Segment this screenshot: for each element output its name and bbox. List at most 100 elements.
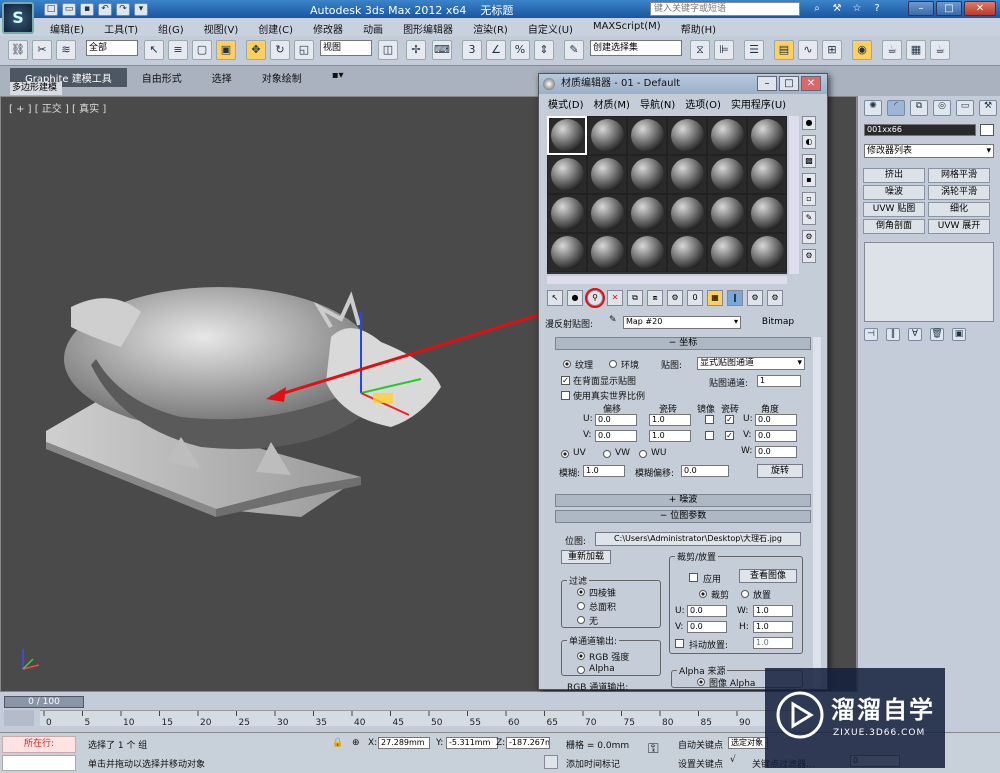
- crop-w-field[interactable]: 1.0: [753, 605, 793, 617]
- pivot-icon[interactable]: ◫: [378, 40, 398, 60]
- menu-animation[interactable]: 动画: [353, 18, 393, 36]
- none-radio[interactable]: [577, 616, 585, 624]
- redo-icon[interactable]: ↷: [116, 2, 130, 16]
- pin-stack-icon[interactable]: ⊣: [864, 328, 878, 341]
- put-to-scene-icon[interactable]: ●: [567, 290, 583, 306]
- sample-slot[interactable]: [547, 155, 587, 194]
- sample-slot[interactable]: [707, 233, 747, 272]
- copy-material-icon[interactable]: ⧉: [627, 290, 643, 306]
- new-file-icon[interactable]: □: [44, 2, 58, 16]
- slots-scrollbar[interactable]: [789, 116, 799, 274]
- alpha-radio[interactable]: [577, 666, 585, 674]
- minimize-button[interactable]: –: [908, 1, 934, 16]
- pyramidal-radio[interactable]: [577, 588, 585, 596]
- object-color-swatch[interactable]: [980, 124, 994, 136]
- unlink-icon[interactable]: ✂: [32, 40, 52, 60]
- rect-selection-icon[interactable]: ▢: [192, 40, 212, 60]
- mapping-select[interactable]: 显式贴图通道 ▾: [697, 357, 805, 370]
- select-by-name-icon[interactable]: ≡: [168, 40, 188, 60]
- sample-slot[interactable]: [747, 194, 787, 233]
- track-bar-toggle-icon[interactable]: [4, 710, 34, 726]
- material-id-icon[interactable]: 0: [687, 290, 703, 306]
- sample-slot[interactable]: [587, 155, 627, 194]
- u-tiling-field[interactable]: 1.0: [649, 414, 691, 426]
- apply-checkbox[interactable]: [689, 573, 698, 582]
- dropdown-icon[interactable]: ▾: [134, 2, 148, 16]
- render-setup-icon[interactable]: ☕: [882, 40, 902, 60]
- schematic-view-icon[interactable]: ⊞: [822, 40, 842, 60]
- star-icon[interactable]: ☆: [846, 1, 868, 16]
- put-to-library-icon[interactable]: ⚙: [667, 290, 683, 306]
- v-mirror-checkbox[interactable]: [705, 431, 714, 440]
- graphite-toggle-icon[interactable]: ▤: [774, 40, 794, 60]
- menu-create[interactable]: 创建(C): [248, 18, 303, 36]
- go-to-parent-icon[interactable]: ⚙: [747, 290, 763, 306]
- ribbon-options-icon[interactable]: ▪▾: [317, 68, 359, 87]
- v-tiling-field[interactable]: 1.0: [649, 430, 691, 442]
- environ-radio[interactable]: [609, 360, 617, 368]
- modify-tab-icon[interactable]: ◜: [887, 100, 905, 116]
- reset-map-icon[interactable]: ✕: [607, 290, 623, 306]
- rollout-scrollbar[interactable]: [813, 337, 821, 687]
- show-end-result-icon[interactable]: ‖: [886, 328, 900, 341]
- maxscript-listener-mini[interactable]: 所在行:: [2, 736, 76, 753]
- u-tile-checkbox[interactable]: ✓: [725, 415, 734, 424]
- tab-object-paint[interactable]: 对象绘制: [247, 68, 317, 87]
- select-by-material-icon[interactable]: ⚙: [802, 249, 816, 263]
- eyedropper-icon[interactable]: ✎: [609, 315, 617, 325]
- polygon-modeling-tab[interactable]: 多边形建模: [10, 82, 62, 95]
- gizmo-plane-handle[interactable]: [373, 393, 393, 403]
- sample-type-icon[interactable]: ●: [802, 116, 816, 130]
- coordinates-rollout-header[interactable]: − 坐标: [555, 337, 811, 350]
- sample-slot[interactable]: [667, 194, 707, 233]
- close-button[interactable]: ✕: [964, 1, 996, 16]
- modifier-unwrap-uvw-button[interactable]: UVW 展开: [928, 219, 990, 234]
- go-forward-sibling-icon[interactable]: ⚙: [767, 290, 783, 306]
- track-bar[interactable]: 0 5 10 15 20 25 30 35 40 45 50 55 60 65 70 75 80 85 90: [40, 710, 800, 728]
- menu-graph-editors[interactable]: 图形编辑器: [393, 18, 463, 36]
- selection-filter-select[interactable]: 全部: [86, 40, 138, 56]
- select-move-icon[interactable]: ✥: [246, 40, 266, 60]
- sample-slot[interactable]: [627, 194, 667, 233]
- summed-area-radio[interactable]: [577, 602, 585, 610]
- link-icon[interactable]: ⛓: [8, 40, 28, 60]
- make-unique-icon[interactable]: ⧈: [647, 290, 663, 306]
- sample-slot[interactable]: [547, 194, 587, 233]
- show-map-on-back-checkbox[interactable]: ✓: [561, 376, 570, 385]
- app-logo-icon[interactable]: S: [2, 2, 34, 34]
- align-icon[interactable]: ⊫: [714, 40, 734, 60]
- modifier-bevel-profile-button[interactable]: 倒角剖面: [863, 219, 925, 234]
- v-tile-checkbox[interactable]: ✓: [725, 431, 734, 440]
- select-object-icon[interactable]: ↖: [144, 40, 164, 60]
- display-tab-icon[interactable]: ▭: [956, 100, 974, 116]
- noise-rollout-header[interactable]: + 噪波: [555, 494, 811, 507]
- keyboard-shortcut-icon[interactable]: ⌨: [432, 40, 452, 60]
- reference-coord-select[interactable]: 视图: [320, 40, 372, 56]
- sample-slot[interactable]: [747, 155, 787, 194]
- crop-h-field[interactable]: 1.0: [753, 621, 793, 633]
- texture-radio[interactable]: [563, 360, 571, 368]
- sample-slot[interactable]: [627, 155, 667, 194]
- search-input[interactable]: 键入关键字或短语: [650, 2, 800, 16]
- make-unique-icon[interactable]: ∀: [908, 328, 922, 341]
- real-world-checkbox[interactable]: [561, 391, 570, 400]
- time-slider[interactable]: 0 / 100: [4, 696, 84, 708]
- rotate-button[interactable]: 旋转: [757, 464, 803, 478]
- w-angle-field[interactable]: 0.0: [755, 446, 797, 458]
- map-channel-field[interactable]: 1: [757, 375, 801, 387]
- slots-h-scrollbar[interactable]: [547, 276, 787, 284]
- absolute-mode-icon[interactable]: ⊕: [352, 738, 360, 748]
- x-coord-field[interactable]: 27.289mm: [378, 737, 430, 749]
- video-color-check-icon[interactable]: ▫: [802, 192, 816, 206]
- tab-freeform[interactable]: 自由形式: [127, 68, 197, 87]
- menu-customize[interactable]: 自定义(U): [518, 18, 583, 36]
- edit-named-sel-icon[interactable]: ✎: [564, 40, 584, 60]
- mat-menu-material[interactable]: 材质(M): [589, 94, 635, 111]
- material-editor-title-bar[interactable]: 材质编辑器 - 01 - Default – □ ✕: [539, 74, 827, 94]
- material-editor-window[interactable]: 材质编辑器 - 01 - Default – □ ✕ 模式(D) 材质(M) 导…: [538, 73, 828, 693]
- menu-modifiers[interactable]: 修改器: [303, 18, 353, 36]
- material-editor-icon[interactable]: ◉: [852, 40, 872, 60]
- uv-radio[interactable]: [561, 450, 569, 458]
- v-angle-field[interactable]: 0.0: [755, 430, 797, 442]
- jitter-checkbox[interactable]: [675, 639, 684, 648]
